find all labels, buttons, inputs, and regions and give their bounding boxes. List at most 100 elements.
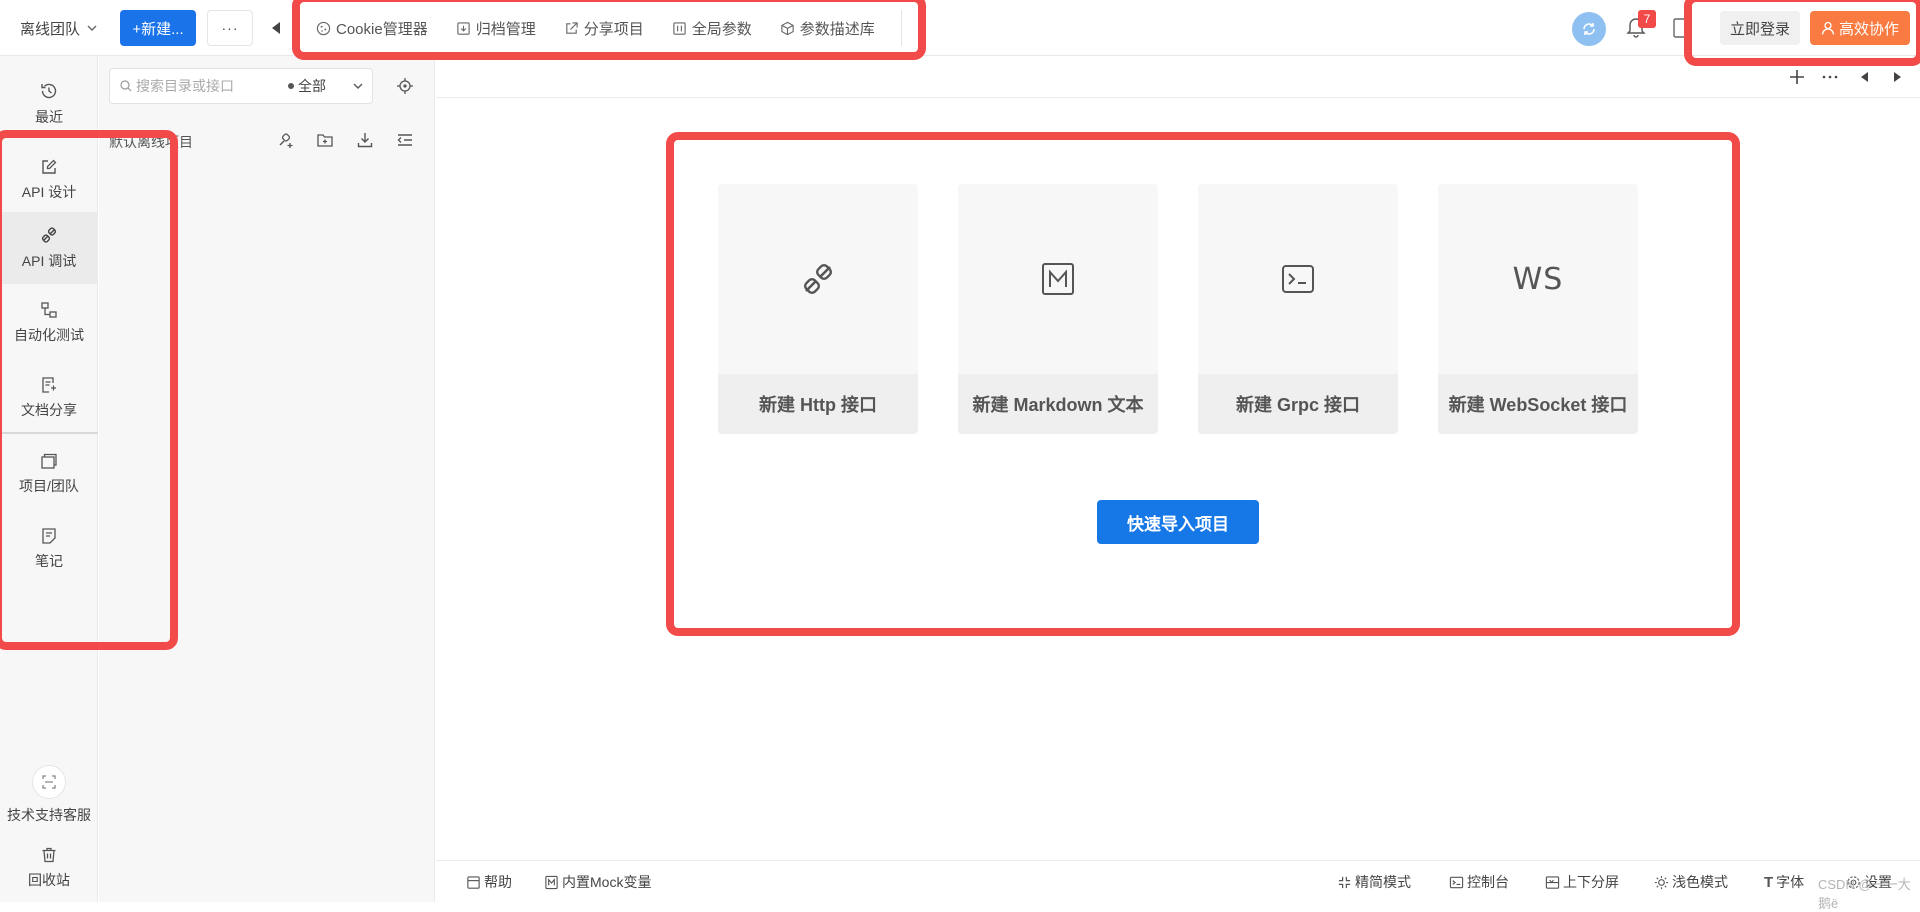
mock-icon: [545, 875, 558, 889]
top-bar: 离线团队 +新建... ··· Cookie管理器 归档管理 分享项目 全局参数…: [0, 0, 1920, 56]
team-selector[interactable]: 离线团队: [20, 16, 98, 40]
tab-prev-button[interactable]: [1854, 67, 1874, 87]
new-interface-button[interactable]: [275, 130, 295, 150]
login-button[interactable]: 立即登录: [1720, 11, 1800, 45]
mock-variables-button[interactable]: 内置Mock变量: [544, 871, 651, 893]
new-websocket-card[interactable]: WS 新建 WebSocket 接口: [1438, 184, 1638, 434]
add-tab-button[interactable]: [1787, 67, 1807, 87]
user-icon: [1821, 21, 1835, 35]
nav-label: API 设计: [21, 184, 77, 200]
nav-auto-test[interactable]: 自动化测试: [0, 287, 98, 359]
status-label: 帮助: [484, 874, 512, 890]
nav-api-design[interactable]: API 设计: [0, 144, 98, 216]
locate-icon[interactable]: [395, 76, 415, 96]
search-box: 全部: [109, 68, 373, 104]
team-name: 离线团队: [20, 20, 81, 38]
sync-icon: [1583, 23, 1595, 35]
nav-notes[interactable]: 笔记: [0, 513, 98, 585]
trash-icon: [42, 847, 56, 863]
search-input[interactable]: [132, 71, 282, 101]
nav-label: 文档分享: [21, 402, 77, 418]
global-params-button[interactable]: 全局参数: [658, 10, 766, 46]
download-icon: [357, 133, 373, 148]
scan-icon: [42, 775, 56, 789]
nav-recent[interactable]: 最近: [0, 68, 98, 140]
markdown-icon: [1042, 263, 1074, 295]
card-label: 新建 Http 接口: [718, 374, 918, 434]
quick-import-button[interactable]: 快速导入项目: [1097, 500, 1259, 544]
new-grpc-card[interactable]: 新建 Grpc 接口: [1198, 184, 1398, 434]
card-icon-area: [1198, 184, 1398, 374]
font-button[interactable]: T 字体: [1764, 871, 1804, 893]
archive-manager-button[interactable]: 归档管理: [442, 10, 550, 46]
new-button[interactable]: +新建...: [120, 10, 196, 46]
filter-value: 全部: [298, 78, 326, 94]
cookie-icon: [316, 21, 331, 35]
tool-label: Cookie管理器: [336, 20, 428, 38]
status-label: 字体: [1776, 874, 1805, 890]
caret-left-icon: [1861, 72, 1868, 82]
console-button[interactable]: 控制台: [1449, 871, 1509, 893]
watermark: CSDN @一一大鹅ё: [1818, 877, 1911, 911]
caret-right-icon: [1894, 72, 1901, 82]
nav-doc-share[interactable]: 文档分享: [0, 362, 98, 434]
nav-label: 自动化测试: [14, 327, 84, 343]
param-library-button[interactable]: 参数描述库: [766, 10, 889, 46]
more-label: ···: [221, 20, 239, 36]
share-project-button[interactable]: 分享项目: [550, 10, 658, 46]
nav-label: 技术支持客服: [7, 807, 91, 823]
plug-icon: [803, 263, 833, 295]
import-button[interactable]: [355, 130, 375, 150]
dot-icon: [288, 83, 294, 89]
nav-divider: [0, 432, 98, 434]
toolbar: Cookie管理器 归档管理 分享项目 全局参数 参数描述库: [302, 10, 902, 46]
font-icon: T: [1764, 873, 1774, 891]
card-icon-area: [958, 184, 1158, 374]
chevron-down-icon: [87, 25, 97, 31]
nav-project-team[interactable]: 项目/团队: [0, 438, 98, 510]
tab-next-button[interactable]: [1888, 67, 1908, 87]
help-button[interactable]: 帮助: [466, 871, 512, 893]
scope-filter-select[interactable]: 全部: [288, 76, 364, 96]
status-label: 上下分屏: [1563, 874, 1619, 890]
collaborate-button[interactable]: 高效协作: [1810, 11, 1910, 45]
document-icon[interactable]: [1672, 18, 1690, 38]
sun-icon: [1654, 875, 1669, 889]
nav-tech-support[interactable]: 技术支持客服: [0, 753, 98, 837]
plus-icon: [1790, 70, 1804, 84]
nav-trash[interactable]: 回收站: [0, 837, 98, 899]
search-icon: [120, 80, 132, 92]
help-icon: [467, 875, 480, 889]
more-button[interactable]: ···: [207, 10, 253, 46]
folder-add-icon: [317, 134, 333, 147]
sync-button[interactable]: [1572, 12, 1606, 46]
console-icon: [1449, 876, 1464, 888]
new-markdown-card[interactable]: 新建 Markdown 文本: [958, 184, 1158, 434]
collapse-all-button[interactable]: [395, 130, 415, 150]
cookie-manager-button[interactable]: Cookie管理器: [302, 10, 442, 46]
nav-label: 项目/团队: [19, 478, 79, 494]
light-mode-button[interactable]: 浅色模式: [1654, 871, 1728, 893]
params-icon: [673, 21, 686, 35]
compact-mode-button[interactable]: 精简模式: [1337, 871, 1411, 893]
nav-api-debug[interactable]: API 调试: [0, 212, 98, 284]
history-icon: [41, 83, 57, 99]
collaborate-label: 高效协作: [1838, 20, 1899, 38]
tool-label: 分享项目: [583, 20, 644, 38]
status-label: 控制台: [1467, 874, 1509, 890]
flow-icon: [41, 302, 57, 318]
new-folder-button[interactable]: [315, 130, 335, 150]
nav-label: API 调试: [21, 253, 77, 269]
project-title[interactable]: 默认离线项目: [109, 132, 193, 152]
card-label: 新建 Grpc 接口: [1198, 374, 1398, 434]
split-view-button[interactable]: 上下分屏: [1545, 871, 1619, 893]
tab-menu-button[interactable]: [1820, 67, 1840, 87]
collapse-left-button[interactable]: [264, 16, 288, 40]
support-button: [32, 765, 66, 799]
status-label: 内置Mock变量: [562, 874, 652, 890]
project-actions: [275, 130, 415, 150]
status-label: 精简模式: [1355, 874, 1411, 890]
list-collapse-icon: [397, 134, 412, 146]
status-label: 浅色模式: [1672, 874, 1728, 890]
new-http-card[interactable]: 新建 Http 接口: [718, 184, 918, 434]
